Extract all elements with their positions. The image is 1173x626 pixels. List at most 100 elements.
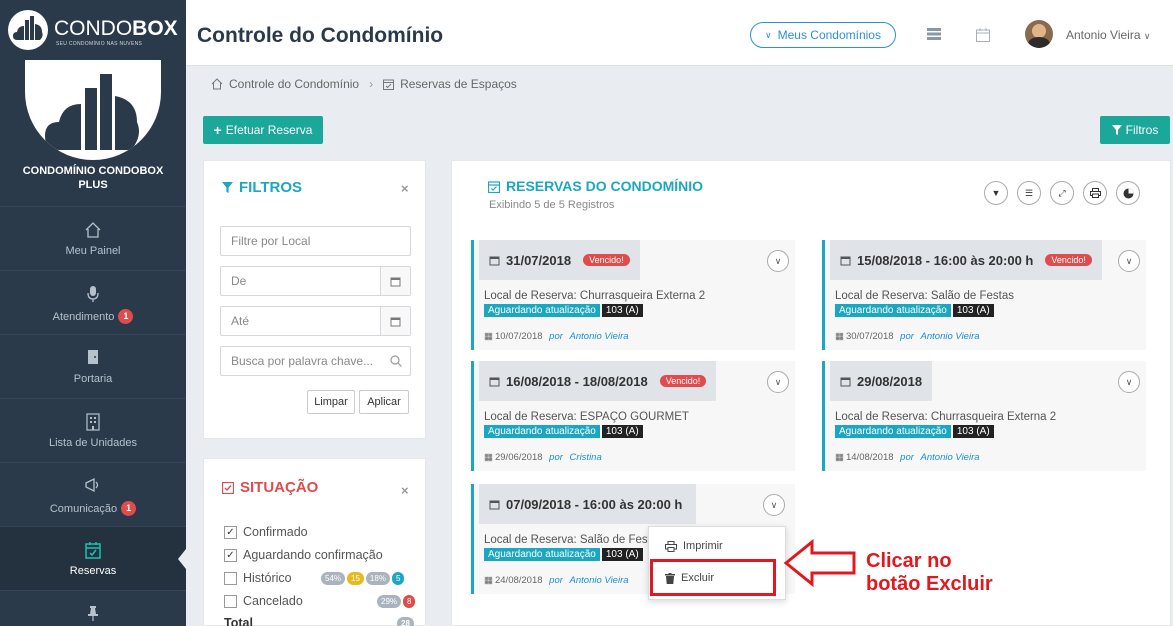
reservation-created: ▦ 10/07/2018 por Antonio Vieira bbox=[484, 331, 629, 342]
close-icon[interactable]: × bbox=[401, 483, 409, 498]
megaphone-icon bbox=[0, 477, 186, 495]
sidebar-item-lista-unidades[interactable]: Lista de Unidades bbox=[0, 398, 186, 462]
chevron-down-icon: ∨ bbox=[1125, 376, 1133, 387]
situacao-historico[interactable]: Histórico 54% 15 18% 5 bbox=[224, 571, 405, 585]
sidebar-item-meu-painel[interactable]: Meu Painel bbox=[0, 206, 186, 270]
efetuar-reserva-button[interactable]: + Efetuar Reserva bbox=[203, 116, 323, 144]
condo-name: CONDOMÍNIO CONDOBOX PLUS bbox=[22, 165, 164, 191]
meus-condominios-button[interactable]: ∨ Meus Condomínios bbox=[750, 22, 896, 48]
checkbox[interactable] bbox=[224, 571, 237, 585]
imprimir-menu-item[interactable]: Imprimir bbox=[649, 531, 785, 561]
situacao-total: Total 28 bbox=[224, 616, 414, 626]
sidebar-item-atendimento[interactable]: Atendimento 1 bbox=[0, 270, 186, 334]
filtros-button[interactable]: Filtros bbox=[1100, 116, 1170, 144]
card-menu-toggle[interactable]: ∨ bbox=[763, 494, 785, 516]
reservation-date: 15/08/2018 - 16:00 às 20:00 h Vencido! bbox=[830, 240, 1102, 280]
calendar-icon bbox=[840, 376, 851, 387]
sidebar-item-comunicacao[interactable]: Comunicação 1 bbox=[0, 462, 186, 526]
card-menu-toggle[interactable]: ∨ bbox=[767, 371, 789, 393]
top-bar: CONDOBOX SEU CONDOMÍNIO NAS NUVENS Contr… bbox=[0, 0, 1173, 66]
notification-badge: 1 bbox=[118, 309, 134, 324]
logo-text: CONDOBOX bbox=[54, 17, 178, 40]
reservas-title: RESERVAS DO CONDOMÍNIO bbox=[488, 178, 703, 194]
calendar-icon: ▦ bbox=[484, 331, 493, 342]
caret-down-icon: ▼ bbox=[991, 188, 1001, 198]
expand-icon: ⤢ bbox=[1058, 187, 1066, 198]
card-menu-toggle[interactable]: ∨ bbox=[1118, 371, 1140, 393]
reservation-created: ▦ 29/06/2018 por Cristina bbox=[484, 452, 602, 463]
chevron-down-icon: ∨ bbox=[765, 29, 772, 40]
plus-icon: + bbox=[213, 122, 222, 138]
reservas-subtitle: Exibindo 5 de 5 Registros bbox=[489, 199, 615, 211]
status-badge: Aguardando atualização bbox=[835, 304, 951, 317]
vencido-badge: Vencido! bbox=[1045, 254, 1092, 266]
card-menu-toggle[interactable]: ∨ bbox=[767, 250, 789, 272]
checkbox-checked[interactable]: ✓ bbox=[224, 548, 237, 562]
status-badge: Aguardando atualização bbox=[484, 425, 600, 438]
filtros-panel: FILTROS × Filtre por Local De Até Busca … bbox=[203, 160, 426, 439]
reservation-card: 15/08/2018 - 16:00 às 20:00 h Vencido! ∨ … bbox=[822, 240, 1146, 350]
chevron-down-icon: ∨ bbox=[774, 376, 782, 387]
reservation-local: Local de Reserva: Churrasqueira Externa … bbox=[835, 411, 1057, 423]
sidebar-item-portaria[interactable]: Portaria bbox=[0, 334, 186, 398]
reservation-created: ▦ 30/07/2018 por Antonio Vieira bbox=[835, 331, 980, 342]
calendar-icon bbox=[840, 255, 851, 266]
limpar-button[interactable]: Limpar bbox=[307, 390, 355, 414]
reservation-created: ▦ 24/08/2018 por Antonio Vieira bbox=[484, 575, 629, 586]
active-indicator bbox=[178, 549, 186, 569]
pin-icon bbox=[0, 605, 186, 623]
logo[interactable]: CONDOBOX SEU CONDOMÍNIO NAS NUVENS bbox=[0, 0, 186, 66]
unit-badge: 103 (A) bbox=[601, 425, 643, 438]
user-menu[interactable]: Antonio Vieira ∨ bbox=[1066, 28, 1150, 42]
sort-dropdown-button[interactable]: ▼ bbox=[984, 181, 1008, 205]
condo-logo bbox=[25, 60, 161, 160]
sidebar-item-reservas[interactable]: Reservas bbox=[0, 526, 186, 590]
situacao-aguardando[interactable]: ✓ Aguardando confirmação bbox=[224, 548, 383, 562]
calendar-icon bbox=[489, 376, 500, 387]
reservation-card: 29/08/2018 ∨ Local de Reserva: Churrasqu… bbox=[822, 361, 1146, 471]
reservation-local: Local de Reserva: Churrasqueira Externa … bbox=[484, 290, 706, 302]
home-icon bbox=[211, 78, 223, 90]
unit-badge: 103 (A) bbox=[601, 304, 643, 317]
list-view-button[interactable]: ☰ bbox=[1017, 181, 1041, 205]
calendar-check-icon bbox=[0, 541, 186, 559]
print-button[interactable] bbox=[1083, 181, 1107, 205]
breadcrumb-home[interactable]: Controle do Condomínio bbox=[229, 77, 359, 91]
pie-chart-icon bbox=[1123, 188, 1134, 199]
server-icon[interactable] bbox=[927, 28, 941, 40]
checkbox-checked[interactable]: ✓ bbox=[224, 525, 237, 539]
page-title: Controle do Condomínio bbox=[197, 24, 444, 47]
calendar-icon[interactable] bbox=[976, 28, 990, 42]
reservation-card: 16/08/2018 - 18/08/2018 Vencido! ∨ Local … bbox=[471, 361, 795, 471]
local-filter-input[interactable]: Filtre por Local bbox=[220, 226, 411, 256]
keyword-search-input[interactable]: Busca por palavra chave... bbox=[220, 346, 411, 376]
calendar-icon: ▦ bbox=[484, 575, 493, 586]
situacao-confirmado[interactable]: ✓ Confirmado bbox=[224, 525, 308, 539]
reservation-card: 31/07/2018 Vencido! ∨ Local de Reserva: C… bbox=[471, 240, 795, 350]
calendar-icon[interactable] bbox=[380, 267, 410, 295]
calendar-icon[interactable] bbox=[380, 307, 410, 335]
chevron-down-icon: ∨ bbox=[774, 255, 782, 266]
building-icon bbox=[0, 413, 186, 431]
chevron-down-icon: ∨ bbox=[770, 499, 778, 510]
aplicar-button[interactable]: Aplicar bbox=[359, 390, 409, 414]
door-icon bbox=[0, 349, 186, 367]
user-avatar[interactable] bbox=[1025, 20, 1053, 48]
card-menu-toggle[interactable]: ∨ bbox=[1118, 250, 1140, 272]
printer-icon bbox=[665, 540, 677, 552]
sidebar-item-pin[interactable] bbox=[0, 590, 186, 626]
date-to-input[interactable]: Até bbox=[220, 306, 411, 336]
expand-button[interactable]: ⤢ bbox=[1050, 181, 1074, 205]
date-from-input[interactable]: De bbox=[220, 266, 411, 296]
search-icon[interactable] bbox=[390, 355, 402, 367]
annotation-text: Clicar no botão Excluir bbox=[866, 550, 993, 595]
calendar-icon: ▦ bbox=[835, 452, 844, 463]
situacao-cancelado[interactable]: Cancelado 29% 8 bbox=[224, 594, 416, 608]
microphone-icon bbox=[0, 285, 186, 303]
close-icon[interactable]: × bbox=[401, 181, 409, 196]
vencido-badge: Vencido! bbox=[659, 375, 707, 387]
reservation-local: Local de Reserva: Salão de Fest bbox=[484, 534, 651, 546]
chevron-down-icon: ∨ bbox=[1125, 255, 1133, 266]
chart-button[interactable] bbox=[1116, 181, 1140, 205]
checkbox[interactable] bbox=[224, 594, 237, 608]
